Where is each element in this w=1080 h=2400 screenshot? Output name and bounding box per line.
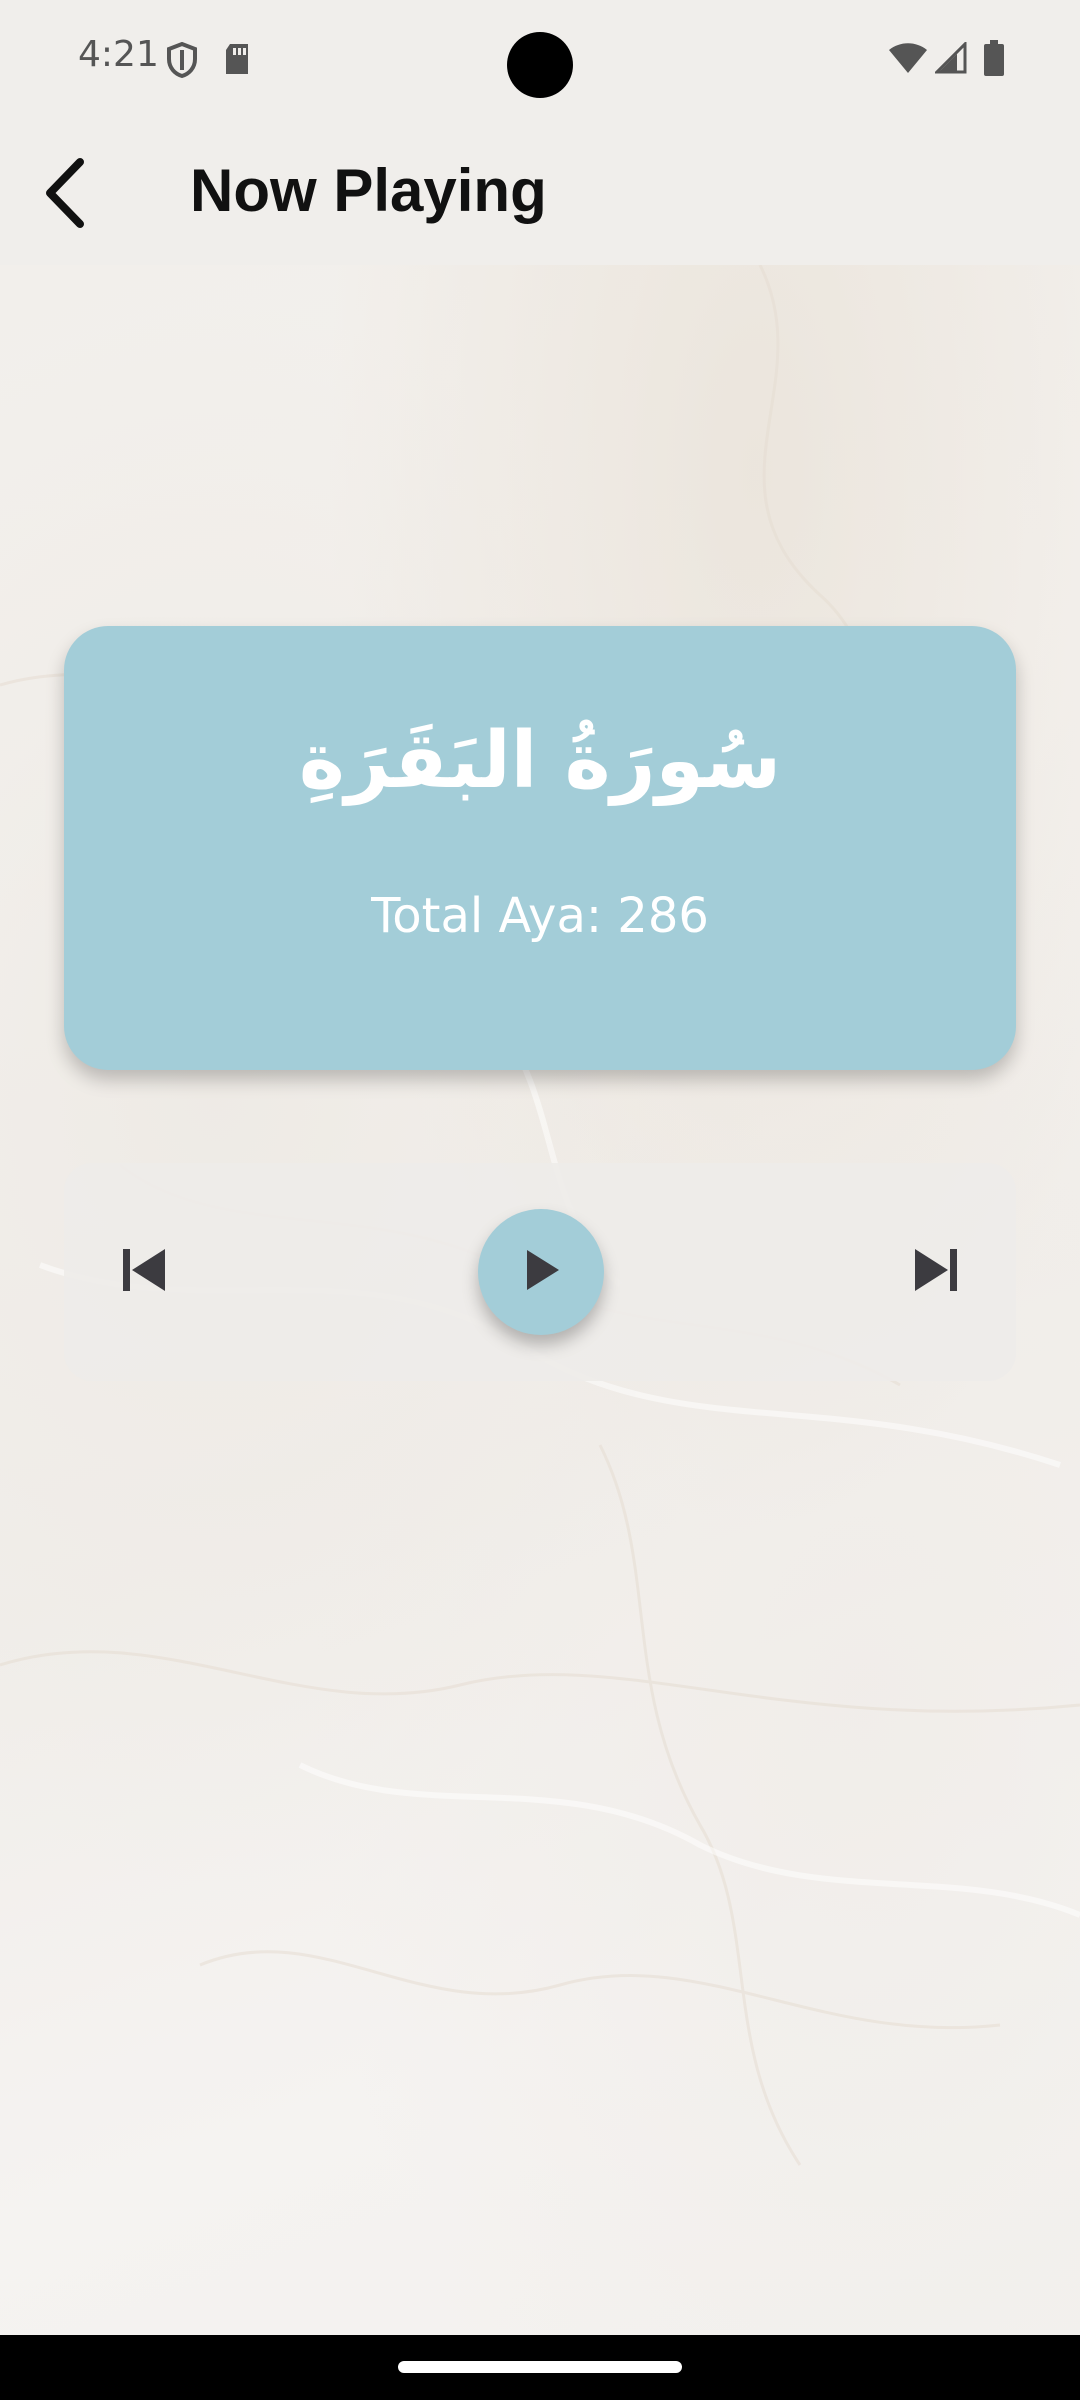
page-title: Now Playing: [190, 157, 547, 224]
play-button[interactable]: [478, 1209, 604, 1335]
navigation-bar: [0, 2335, 1080, 2400]
home-indicator[interactable]: [398, 2361, 682, 2373]
next-button[interactable]: [886, 1222, 986, 1322]
wifi-icon: [888, 42, 928, 79]
play-icon: [521, 1248, 561, 1297]
status-time: 4:21: [78, 34, 159, 75]
chevron-left-icon: [40, 157, 90, 233]
status-bar: 4:21: [0, 0, 1080, 120]
battery-icon: [983, 40, 1005, 81]
surah-name: سُورَةُ البَقَرَةِ: [298, 716, 782, 806]
cell-signal-icon: [933, 40, 967, 79]
skip-next-icon: [911, 1247, 961, 1298]
content-area: سُورَةُ البَقَرَةِ Total Aya: 286: [0, 265, 1080, 2335]
sd-card-icon: [222, 42, 252, 81]
now-playing-screen: 4:21 Now Playing سُورَةُ البَقَرَةِ Tota…: [0, 0, 1080, 2400]
app-bar: Now Playing: [0, 120, 1080, 265]
skip-previous-icon: [119, 1247, 169, 1298]
camera-cutout: [507, 32, 573, 98]
surah-card: سُورَةُ البَقَرَةِ Total Aya: 286: [64, 626, 1016, 1070]
back-button[interactable]: [20, 150, 110, 240]
total-aya-label: Total Aya: 286: [371, 888, 709, 944]
previous-button[interactable]: [94, 1222, 194, 1322]
player-controls: [64, 1163, 1016, 1381]
shield-icon: [166, 41, 198, 83]
